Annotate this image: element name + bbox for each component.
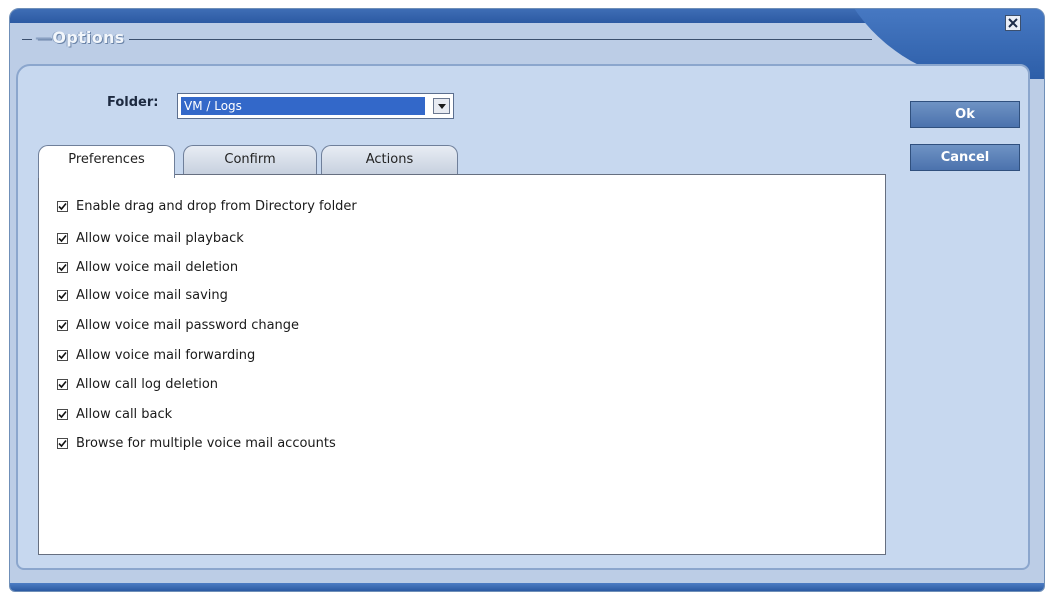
tab-preferences-label: Preferences	[68, 152, 145, 167]
preference-item[interactable]: Allow voice mail forwarding	[57, 346, 255, 364]
preference-item[interactable]: Allow voice mail saving	[57, 286, 228, 304]
checkbox[interactable]	[57, 232, 68, 244]
tab-actions-label: Actions	[365, 152, 414, 167]
tab-confirm-label: Confirm	[224, 152, 276, 167]
folder-selected-value: VM / Logs	[181, 97, 425, 115]
checkbox[interactable]	[57, 200, 68, 212]
window-title-text: Options	[52, 28, 125, 47]
checkmark-icon	[58, 439, 67, 447]
checkbox[interactable]	[57, 349, 68, 361]
checkbox[interactable]	[57, 261, 68, 273]
preferences-content: Enable drag and drop from Directory fold…	[38, 174, 886, 555]
preference-item[interactable]: Browse for multiple voice mail accounts	[57, 434, 336, 452]
checkmark-icon	[58, 351, 67, 359]
checkmark-icon	[58, 234, 67, 242]
close-button[interactable]	[1005, 15, 1021, 31]
checkbox[interactable]	[57, 437, 68, 449]
checkbox[interactable]	[57, 408, 68, 420]
tab-confirm[interactable]: Confirm	[183, 145, 317, 175]
folder-select[interactable]: VM / Logs	[177, 93, 454, 119]
cancel-button[interactable]: Cancel	[910, 144, 1020, 171]
dropdown-arrow-button[interactable]	[433, 98, 450, 114]
preference-label: Allow voice mail deletion	[76, 259, 239, 275]
checkmark-icon	[58, 321, 67, 329]
folder-label: Folder:	[107, 95, 159, 110]
preference-label: Allow call log deletion	[76, 376, 219, 392]
window-title: —Options	[32, 28, 129, 47]
preference-item[interactable]: Allow voice mail password change	[57, 316, 299, 334]
tab-preferences[interactable]: Preferences	[38, 145, 175, 178]
preference-label: Allow voice mail forwarding	[76, 347, 256, 363]
preference-label: Enable drag and drop from Directory fold…	[76, 198, 357, 214]
preference-label: Allow voice mail password change	[76, 317, 300, 333]
checkmark-icon	[58, 410, 67, 418]
preference-label: Allow voice mail saving	[76, 287, 228, 303]
preference-item[interactable]: Allow call back	[57, 405, 172, 423]
chevron-down-icon	[437, 103, 446, 109]
preference-item[interactable]: Allow voice mail deletion	[57, 258, 238, 276]
checkmark-icon	[58, 202, 67, 210]
preference-item[interactable]: Allow voice mail playback	[57, 229, 244, 247]
checkbox[interactable]	[57, 319, 68, 331]
checkmark-icon	[58, 380, 67, 388]
title-dash: —	[36, 28, 53, 47]
preference-label: Allow voice mail playback	[76, 230, 244, 246]
checkbox[interactable]	[57, 289, 68, 301]
preference-label: Allow call back	[76, 406, 173, 422]
tab-actions[interactable]: Actions	[321, 145, 458, 175]
close-icon	[1008, 18, 1018, 28]
preference-label: Browse for multiple voice mail accounts	[76, 435, 336, 451]
title-rule	[22, 39, 872, 40]
preference-item[interactable]: Allow call log deletion	[57, 375, 218, 393]
checkmark-icon	[58, 291, 67, 299]
checkmark-icon	[58, 263, 67, 271]
ok-button[interactable]: Ok	[910, 101, 1020, 128]
checkbox[interactable]	[57, 378, 68, 390]
window-bottom-bar	[10, 583, 1044, 591]
preference-item[interactable]: Enable drag and drop from Directory fold…	[57, 197, 357, 215]
